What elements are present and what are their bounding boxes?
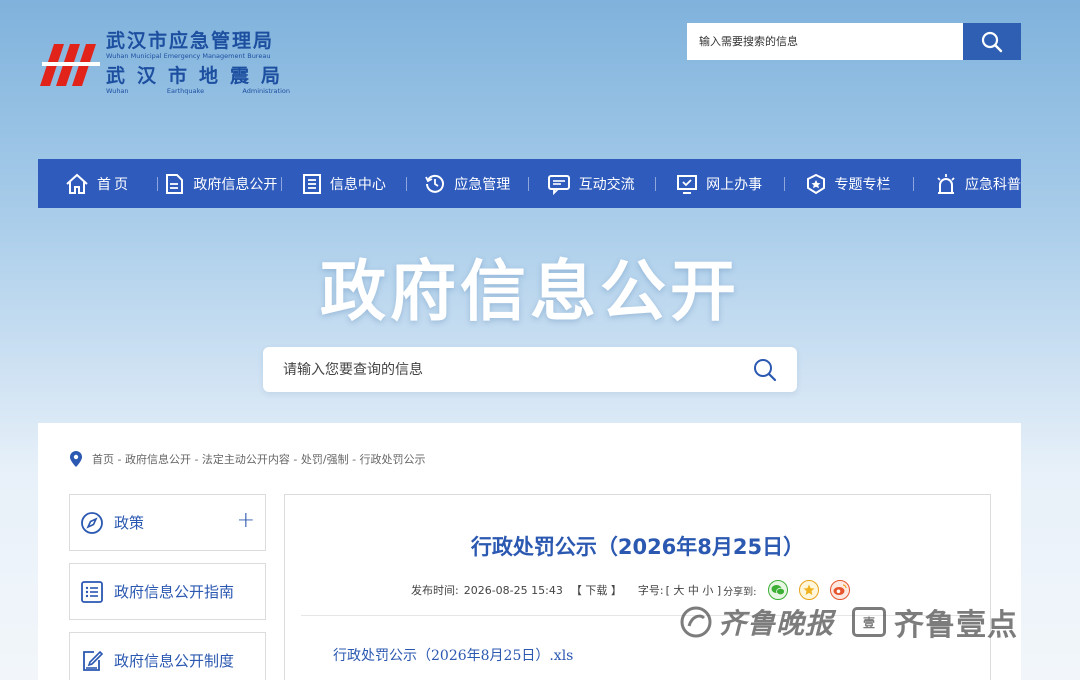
search-icon[interactable] — [753, 358, 777, 382]
watermark-text: 齐鲁壹点 — [894, 608, 1019, 643]
hero-search — [263, 347, 797, 392]
hero-title: 政府信息公开 — [320, 253, 740, 330]
article-meta: 发布时间: 2026-08-25 15:43 【 下载 】 字号: [ 大 中 … — [411, 580, 852, 600]
download-link[interactable]: 【 下载 】 — [571, 582, 622, 598]
compass-icon — [81, 511, 103, 534]
nav-item-online-service[interactable]: 网上办事 — [676, 159, 762, 208]
clock-icon — [425, 174, 445, 193]
sidebar-item-label: 政府信息公开指南 — [114, 583, 235, 601]
sidebar-item-system[interactable]: 政府信息公开制度 — [69, 632, 266, 680]
watermark-logo-icon — [680, 606, 712, 638]
sidebar-item-label: 政策 — [114, 514, 145, 532]
edit-icon — [83, 650, 104, 671]
logo-title-en: Wuhan Municipal Emergency Management Bur… — [106, 52, 271, 60]
sidebar-item-label: 政府信息公开制度 — [114, 652, 235, 670]
alarm-icon — [937, 173, 955, 194]
watermark-badge: 壹 — [852, 607, 887, 637]
logo-subtitle-cn: 武汉市地震局 — [106, 65, 293, 87]
location-pin-icon — [70, 451, 82, 467]
nav-item-special-topics[interactable]: 专题专栏 — [805, 159, 891, 208]
publish-time: 2026-08-25 15:43 — [463, 583, 563, 597]
chat-icon — [547, 174, 570, 195]
nav-item-interaction[interactable]: 互动交流 — [547, 159, 635, 208]
monitor-icon — [677, 174, 698, 194]
sidebar-item-policy[interactable]: 政策 + — [69, 494, 266, 551]
badge-icon — [806, 173, 825, 194]
article: 行政处罚公示（2026年8月25日） 发布时间: 2026-08-25 15:4… — [284, 494, 991, 680]
breadcrumb-text[interactable]: 首页 - 政府信息公开 - 法定主动公开内容 - 处罚/强制 - 行政处罚公示 — [92, 451, 426, 467]
logo-subtitle-en-part: Earthquake — [166, 87, 205, 95]
search-icon — [981, 31, 1003, 52]
publish-label: 发布时间: — [411, 584, 459, 597]
logo-subtitle-en: Wuhan Earthquake Administration — [106, 87, 290, 96]
top-search — [687, 23, 1021, 60]
favorite-star-icon[interactable] — [798, 580, 819, 600]
share-label: 分享到: — [723, 586, 757, 598]
weibo-icon[interactable] — [829, 580, 850, 600]
nav-label: 应急科普 — [964, 176, 1021, 193]
attachment-link[interactable]: 行政处罚公示（2026年8月25日）.xls — [333, 645, 573, 665]
logo-subtitle-en-part: Administration — [242, 87, 290, 95]
nav-item-info-center[interactable]: 信息中心 — [302, 159, 386, 208]
home-icon — [66, 173, 88, 194]
font-size-options[interactable]: [ 大 中 小 ] — [666, 582, 722, 598]
expand-icon[interactable]: + — [237, 508, 255, 533]
nav-label: 首页 — [97, 176, 131, 193]
list-icon — [81, 580, 103, 603]
site-logo[interactable]: 武汉市应急管理局 Wuhan Municipal Emergency Manag… — [40, 30, 300, 102]
nav-label: 应急管理 — [454, 176, 511, 193]
nav-label: 政府信息公开 — [193, 176, 278, 193]
nav-label: 网上办事 — [706, 176, 763, 193]
logo-subtitle-en-part: Wuhan — [106, 87, 129, 95]
top-search-input[interactable] — [687, 23, 963, 60]
watermark: 齐鲁晚报 壹 齐鲁壹点 — [680, 600, 1018, 644]
article-title: 行政处罚公示（2026年8月25日） — [470, 535, 805, 559]
top-search-button[interactable] — [963, 23, 1021, 60]
nav-label: 信息中心 — [329, 176, 386, 193]
nav-item-gov-info[interactable]: 政府信息公开 — [163, 159, 277, 208]
nav-label: 互动交流 — [578, 176, 635, 193]
nav-item-emergency-mgmt[interactable]: 应急管理 — [424, 159, 510, 208]
nav-label: 专题专栏 — [834, 176, 891, 193]
logo-mark-icon — [40, 44, 100, 86]
main-nav: 首页 政府信息公开 信息中心 应急管理 互动交流 网上办事 专题专栏 应急科普 — [38, 159, 1021, 208]
font-size-label: 字号: — [637, 584, 664, 597]
watermark-text: 齐鲁晚报 — [718, 607, 835, 640]
sidebar-item-guide[interactable]: 政府信息公开指南 — [69, 563, 266, 620]
breadcrumb: 首页 - 政府信息公开 - 法定主动公开内容 - 处罚/强制 - 行政处罚公示 — [70, 451, 426, 467]
nav-item-home[interactable]: 首页 — [65, 159, 131, 208]
hero-search-input[interactable] — [283, 361, 723, 378]
list-icon — [302, 173, 321, 194]
wechat-icon[interactable] — [767, 580, 788, 600]
nav-item-emergency-science[interactable]: 应急科普 — [935, 159, 1021, 208]
logo-title-cn: 武汉市应急管理局 — [106, 30, 275, 52]
document-icon — [166, 173, 184, 194]
